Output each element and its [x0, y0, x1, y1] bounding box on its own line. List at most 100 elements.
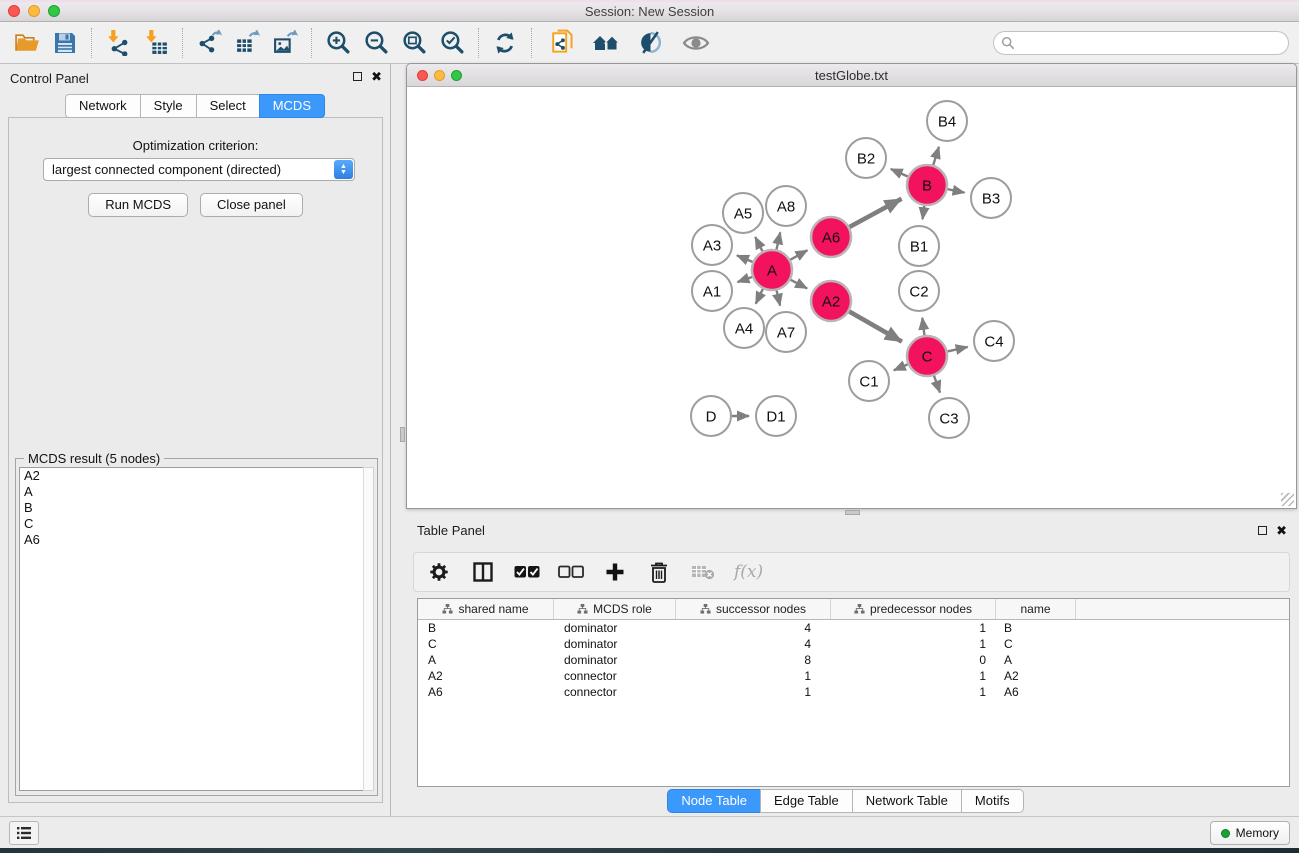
network-node-B[interactable]: B	[907, 165, 947, 205]
vertical-divider-handle[interactable]	[400, 427, 405, 442]
network-node-A6[interactable]: A6	[811, 217, 851, 257]
close-panel-button[interactable]: Close panel	[200, 193, 303, 217]
desktop-wallpaper-strip	[0, 848, 1299, 853]
zoom-out-button[interactable]	[357, 26, 395, 60]
mcds-result-item[interactable]: B	[20, 500, 363, 516]
tab-select[interactable]: Select	[196, 94, 260, 118]
table-row[interactable]: A2connector11A2	[418, 668, 1289, 684]
network-node-A8[interactable]: A8	[766, 186, 806, 226]
network-node-D[interactable]: D	[691, 396, 731, 436]
tab-motifs[interactable]: Motifs	[961, 789, 1024, 813]
show-columns-button[interactable]	[470, 559, 496, 585]
tab-network-table[interactable]: Network Table	[852, 789, 962, 813]
clone-network-button[interactable]	[545, 26, 583, 60]
network-node-C1[interactable]: C1	[849, 361, 889, 401]
network-node-A7[interactable]: A7	[766, 312, 806, 352]
create-new-column-button[interactable]	[602, 559, 628, 585]
table-row[interactable]: A6connector11A6	[418, 684, 1289, 700]
table-cell: A	[996, 653, 1076, 667]
table-header: shared nameMCDS rolesuccessor nodesprede…	[418, 599, 1289, 620]
function-builder-button[interactable]: f(x)	[734, 559, 763, 585]
tab-edge-table[interactable]: Edge Table	[760, 789, 853, 813]
close-panel-icon[interactable]: ✖	[1276, 525, 1287, 536]
network-node-A2[interactable]: A2	[811, 281, 851, 321]
column-header-shared-name[interactable]: shared name	[418, 599, 554, 619]
network-node-D1[interactable]: D1	[756, 396, 796, 436]
node-table: shared nameMCDS rolesuccessor nodesprede…	[417, 598, 1290, 787]
node-label: C4	[984, 333, 1003, 350]
network-node-C[interactable]: C	[907, 336, 947, 376]
node-label: A7	[777, 324, 795, 341]
float-panel-icon[interactable]	[1258, 526, 1267, 535]
network-node-B2[interactable]: B2	[846, 138, 886, 178]
export-table-button[interactable]	[228, 26, 266, 60]
export-network-button[interactable]	[190, 26, 228, 60]
table-cell: A	[418, 653, 554, 667]
zoom-in-button[interactable]	[319, 26, 357, 60]
save-session-button[interactable]	[46, 26, 84, 60]
network-node-C2[interactable]: C2	[899, 271, 939, 311]
network-node-C3[interactable]: C3	[929, 398, 969, 438]
network-window-titlebar[interactable]: testGlobe.txt	[407, 64, 1296, 87]
column-header-mcds-role[interactable]: MCDS role	[554, 599, 676, 619]
zoom-fit-button[interactable]	[395, 26, 433, 60]
network-node-C4[interactable]: C4	[974, 321, 1014, 361]
mcds-result-item[interactable]: A	[20, 484, 363, 500]
memory-button[interactable]: Memory	[1210, 821, 1290, 845]
import-network-button[interactable]	[99, 26, 137, 60]
network-node-A[interactable]: A	[752, 250, 792, 290]
table-cell: A2	[996, 669, 1076, 683]
window-resize-grip[interactable]	[1281, 493, 1294, 506]
node-label: A2	[822, 293, 840, 310]
network-node-A1[interactable]: A1	[692, 271, 732, 311]
network-canvas[interactable]: B4 B2 B B3 A8A5 A6 A3 B1 A A1 C2 A2 A4 A7 C4 C C1 C3 D D1	[407, 87, 1296, 508]
show-task-history-button[interactable]	[9, 821, 39, 845]
select-all-columns-button[interactable]	[514, 559, 540, 585]
home-button[interactable]	[587, 26, 625, 60]
save-floppy-icon	[52, 30, 78, 56]
tab-node-table[interactable]: Node Table	[667, 789, 761, 813]
hide-graphics-details-button[interactable]	[631, 26, 669, 60]
column-header-successor-nodes[interactable]: successor nodes	[676, 599, 831, 619]
refresh-button[interactable]	[486, 26, 524, 60]
mcds-result-item[interactable]: A6	[20, 532, 363, 548]
network-node-A5[interactable]: A5	[723, 193, 763, 233]
float-panel-icon[interactable]	[353, 72, 362, 81]
tab-network[interactable]: Network	[65, 94, 141, 118]
show-graphics-details-button[interactable]	[677, 26, 715, 60]
zoom-selected-button[interactable]	[433, 26, 471, 60]
run-mcds-button[interactable]: Run MCDS	[88, 193, 188, 217]
close-panel-icon[interactable]: ✖	[371, 71, 382, 82]
network-edge-A2-C[interactable]	[846, 309, 902, 341]
search-input[interactable]	[993, 31, 1289, 55]
select-stepper-icon: ▲▼	[334, 160, 353, 179]
criterion-select[interactable]: largest connected component (directed) ▲…	[43, 158, 355, 181]
column-header-predecessor-nodes[interactable]: predecessor nodes	[831, 599, 996, 619]
table-options-button[interactable]	[426, 559, 452, 585]
delete-columns-button[interactable]	[646, 559, 672, 585]
table-row[interactable]: Cdominator41C	[418, 636, 1289, 652]
open-folder-icon	[14, 29, 41, 56]
node-label: B3	[982, 190, 1000, 207]
table-cell: C	[996, 637, 1076, 651]
network-node-B1[interactable]: B1	[899, 226, 939, 266]
network-node-A4[interactable]: A4	[724, 308, 764, 348]
network-node-B4[interactable]: B4	[927, 101, 967, 141]
tab-mcds[interactable]: MCDS	[259, 94, 325, 118]
open-session-button[interactable]	[8, 26, 46, 60]
network-edge-A6-B[interactable]	[846, 199, 902, 229]
table-row[interactable]: Bdominator41B	[418, 620, 1289, 636]
delete-table-button[interactable]	[690, 559, 716, 585]
mcds-result-item[interactable]: A2	[20, 468, 363, 484]
mcds-result-item[interactable]: C	[20, 516, 363, 532]
export-image-button[interactable]	[266, 26, 304, 60]
node-label: C1	[859, 373, 878, 390]
table-row[interactable]: Adominator80A	[418, 652, 1289, 668]
import-table-button[interactable]	[137, 26, 175, 60]
column-header-name[interactable]: name	[996, 599, 1076, 619]
mcds-list-scrollbar[interactable]	[363, 467, 374, 791]
tab-style[interactable]: Style	[140, 94, 197, 118]
unselect-all-columns-button[interactable]	[558, 559, 584, 585]
network-node-A3[interactable]: A3	[692, 225, 732, 265]
network-node-B3[interactable]: B3	[971, 178, 1011, 218]
